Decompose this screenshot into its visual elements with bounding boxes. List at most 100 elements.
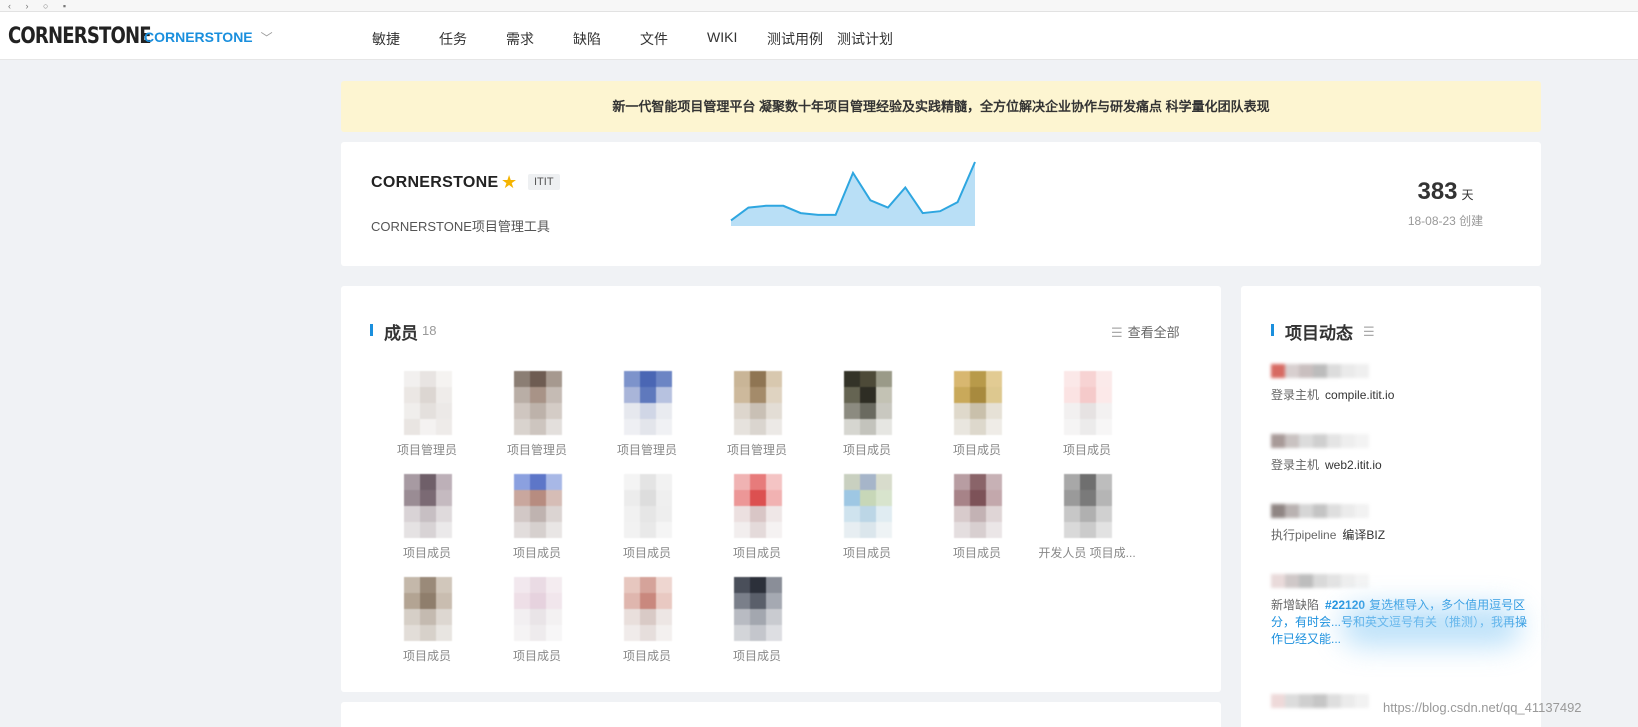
list-icon[interactable]: ☰	[1363, 324, 1375, 340]
project-days-count: 383	[1417, 178, 1458, 205]
member-item[interactable]: 项目管理员	[372, 371, 482, 461]
activity-actor	[1271, 364, 1381, 378]
nav-item-agile[interactable]: 敏捷	[372, 29, 439, 49]
member-item[interactable]: 项目成员	[592, 577, 702, 667]
activity-panel: 项目动态 ☰ 登录主机 compile.itit.io 登录主机 web2.itit.…	[1241, 286, 1541, 727]
member-item[interactable]: 项目管理员	[592, 371, 702, 461]
member-role-label: 项目管理员	[396, 443, 457, 457]
member-item[interactable]: 项目成员	[1032, 371, 1142, 461]
member-item[interactable]: 项目成员	[372, 474, 482, 564]
member-role-label: 开发人员 项目成...	[1038, 546, 1136, 560]
member-role-label: 项目成员	[402, 546, 451, 560]
member-item[interactable]: 项目成员	[592, 474, 702, 564]
nav-item-test-plans[interactable]: 测试计划	[837, 29, 907, 49]
avatar	[844, 474, 892, 538]
section-accent-bar	[370, 324, 373, 336]
member-role-label: 项目成员	[622, 546, 671, 560]
avatar	[1064, 371, 1112, 435]
nav-item-requirements[interactable]: 需求	[506, 29, 573, 49]
avatar	[844, 371, 892, 435]
activity-action: 登录主机	[1271, 458, 1320, 472]
list-icon: ☰	[1111, 325, 1123, 340]
nav-item-files[interactable]: 文件	[640, 29, 707, 49]
activity-action: 新增缺陷	[1271, 598, 1320, 612]
chevron-down-icon: ﹀	[260, 31, 273, 45]
member-item[interactable]: 项目成员	[482, 474, 592, 564]
member-item[interactable]: 项目成员	[702, 474, 812, 564]
project-age: 383 天 18-08-23 创建	[1398, 178, 1493, 229]
nav-item-defects[interactable]: 缺陷	[573, 29, 640, 49]
activity-item: 执行pipeline 编译BIZ	[1271, 504, 1531, 544]
avatar	[404, 474, 452, 538]
activity-item: 登录主机 web2.itit.io	[1271, 434, 1531, 474]
view-all-members-link[interactable]: ☰ 查看全部	[1111, 322, 1180, 341]
member-role-label: 项目管理员	[506, 443, 567, 457]
member-item[interactable]: 项目成员	[922, 474, 1032, 564]
activity-item: 登录主机 compile.itit.io	[1271, 364, 1531, 404]
activity-title: 项目动态	[1285, 324, 1353, 343]
member-item[interactable]: 项目成员	[482, 577, 592, 667]
member-role-label: 项目成员	[842, 443, 891, 457]
redaction-blur	[1341, 606, 1521, 646]
star-icon[interactable]: ★	[501, 172, 517, 193]
project-switcher[interactable]: CORNERSTONE ﹀	[144, 29, 273, 46]
activity-actor	[1271, 434, 1381, 448]
avatar	[734, 371, 782, 435]
member-role-label: 项目成员	[512, 649, 561, 663]
section-accent-bar	[1271, 324, 1274, 336]
member-role-label: 项目成员	[732, 546, 781, 560]
member-role-label: 项目成员	[402, 649, 451, 663]
avatar	[734, 577, 782, 641]
avatar	[624, 474, 672, 538]
project-created-date: 18-08-23 创建	[1407, 214, 1484, 228]
project-description: CORNERSTONE项目管理工具	[371, 219, 550, 234]
project-days-unit: 天	[1461, 188, 1474, 202]
avatar	[514, 577, 562, 641]
activity-target: web2.itit.io	[1325, 458, 1382, 472]
nav-item-test-cases[interactable]: 测试用例	[767, 29, 837, 49]
module-nav: 敏捷 任务 需求 缺陷 文件 WIKI 测试用例 测试计划	[372, 29, 907, 49]
announcement-banner: 新一代智能项目管理平台 凝聚数十年项目管理经验及实践精髓，全方位解决企业协作与研…	[341, 81, 1541, 132]
avatar	[624, 577, 672, 641]
avatar	[624, 371, 672, 435]
activity-text: 执行pipeline 编译BIZ	[1271, 527, 1531, 544]
project-name: CORNERSTONE	[371, 174, 499, 191]
activity-target: compile.itit.io	[1325, 388, 1395, 402]
member-item[interactable]: 项目成员	[922, 371, 1032, 461]
member-role-label: 项目管理员	[726, 443, 787, 457]
member-item[interactable]: 项目管理员	[482, 371, 592, 461]
project-summary-card: CORNERSTONE ★ ITIT CORNERSTONE项目管理工具 383…	[341, 142, 1541, 266]
member-item[interactable]: 开发人员 项目成...	[1032, 474, 1142, 564]
nav-item-wiki[interactable]: WIKI	[707, 29, 767, 49]
member-role-label: 项目成员	[1062, 443, 1111, 457]
member-item[interactable]: 项目成员	[702, 577, 812, 667]
activity-action: 登录主机	[1271, 388, 1320, 402]
member-item[interactable]: 项目成员	[372, 577, 482, 667]
avatar	[954, 474, 1002, 538]
member-item[interactable]: 项目成员	[812, 474, 922, 564]
nav-item-tasks[interactable]: 任务	[439, 29, 506, 49]
avatar	[404, 371, 452, 435]
avatar	[514, 371, 562, 435]
activity-actor	[1271, 694, 1381, 708]
member-item[interactable]: 项目管理员	[702, 371, 812, 461]
project-key-badge: ITIT	[528, 174, 560, 190]
member-role-label: 项目成员	[842, 546, 891, 560]
member-role-label: 项目成员	[952, 443, 1001, 457]
members-title: 成员	[384, 324, 418, 343]
member-item[interactable]: 项目成员	[812, 371, 922, 461]
member-role-label: 项目成员	[732, 649, 781, 663]
top-navigation-bar: CORNERSTONE CORNERSTONE ﹀ 敏捷 任务 需求 缺陷 文件 …	[0, 12, 1638, 60]
activity-action: 执行pipeline	[1271, 528, 1337, 542]
member-role-label: 项目成员	[512, 546, 561, 560]
browser-controls: ‹ › ○ ▪	[8, 1, 73, 11]
activity-target: 编译BIZ	[1342, 528, 1386, 542]
activity-trend-chart	[730, 161, 976, 226]
activity-actor	[1271, 504, 1381, 518]
app-logo[interactable]: CORNERSTONE	[8, 24, 152, 49]
members-panel: 成员 18 ☰ 查看全部 项目管理员 项目管理员 项目管理员 项目管理员 项目成员 项目成员…	[341, 286, 1221, 692]
watermark-text: https://blog.csdn.net/qq_41137492	[1383, 700, 1582, 715]
member-role-label: 项目成员	[952, 546, 1001, 560]
member-role-label: 项目管理员	[616, 443, 677, 457]
avatar	[1064, 474, 1112, 538]
